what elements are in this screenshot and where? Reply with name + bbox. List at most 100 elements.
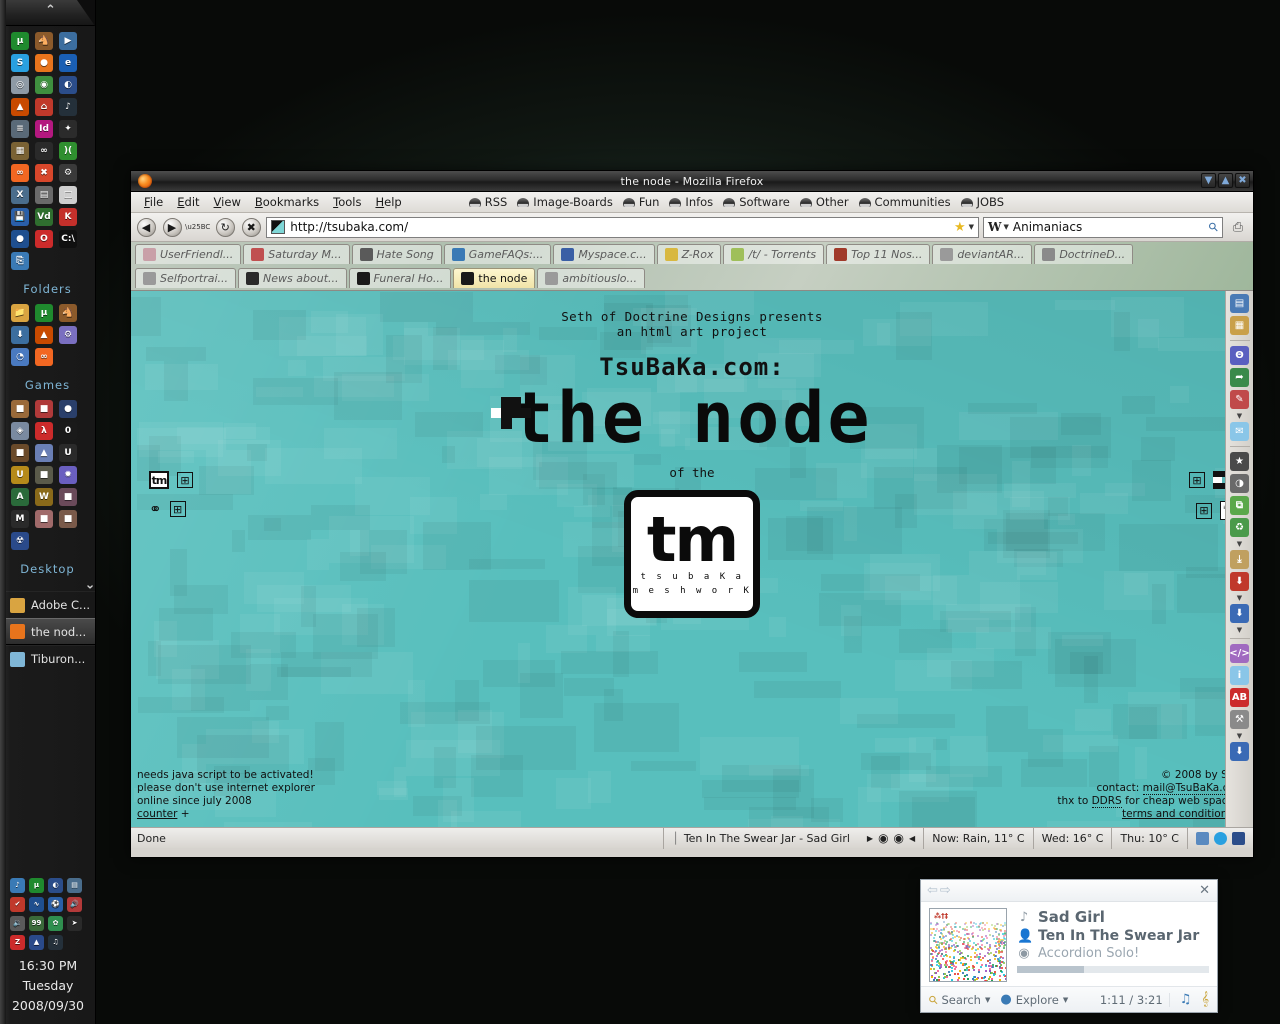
chrome-icon[interactable]: ◉ [35,76,53,94]
thanks-link[interactable]: DDRS [1091,795,1122,808]
chevron-down-icon[interactable]: ▼ [1237,626,1242,634]
sketch-icon[interactable]: ▦ [11,142,29,160]
chevron-down-icon[interactable]: ▼ [1237,594,1242,602]
safari-icon[interactable]: ◎ [11,76,29,94]
browser-tab-7[interactable]: Top 11 Nos... [826,244,931,264]
progress-bar[interactable] [1017,966,1209,973]
remote-desktop-tray-icon[interactable]: ▤ [67,878,82,893]
guitar-tray-icon[interactable]: ♫ [48,935,63,950]
minimize-button[interactable]: ▼ [1201,173,1216,188]
bluemonster-icon[interactable]: ◐ [59,76,77,94]
browser-tab-8[interactable]: deviantAR... [932,244,1033,264]
download-arrow-icon[interactable]: ⬇ [11,326,29,344]
miranda-icon[interactable]: ∞ [11,164,29,182]
game-icon-7[interactable]: ■ [11,444,29,462]
back-button[interactable]: ◀ [135,216,157,238]
toolbar-opera-icon[interactable]: ◑ [1230,474,1249,493]
half-life-icon[interactable]: λ [35,422,53,440]
mmo-icon[interactable]: M [11,510,29,528]
counter-plus[interactable]: + [181,808,190,820]
bunny-icon[interactable]: ✦ [59,120,77,138]
toolbar-tools-icon[interactable]: ⚒ [1230,710,1249,729]
triangle-tray-icon[interactable]: ▲ [29,935,44,950]
chain-link-icon[interactable]: ⚭ [149,501,162,517]
taskbar-item-adobe[interactable]: Adobe C... [0,591,95,618]
xn-view-icon[interactable]: X [11,186,29,204]
fallout-icon[interactable]: ☢ [11,532,29,550]
browser-tab-5[interactable]: Z-Rox [656,244,722,264]
indesign-icon[interactable]: Id [35,120,53,138]
toolbar-download-blue-icon[interactable]: ⬇ [1230,604,1249,623]
toolbar-inbox-icon[interactable]: ⤓ [1230,550,1249,569]
expand-plus-icon-2[interactable]: ⊞ [169,501,186,517]
clipboard-icon[interactable]: ⎘ [11,252,29,270]
dock-collapse-header[interactable] [6,0,95,26]
status-notes-icon[interactable] [1196,831,1209,845]
search-engine-icon[interactable]: W [988,220,1001,234]
player-music-icon[interactable]: ♫ [1180,992,1192,1007]
save-disk-icon[interactable]: 💾 [11,208,29,226]
colorful-folder-icon[interactable]: ◔ [11,348,29,366]
bookmark-software[interactable]: Software [723,195,790,209]
urlbar-dropdown-icon[interactable]: ▼ [969,223,974,231]
command-prompt-icon[interactable]: C:\ [59,230,77,248]
speaker-tray-icon[interactable]: 🔉 [10,916,25,931]
worms-icon[interactable]: ▲ [35,444,53,462]
unreal-icon[interactable]: U [59,444,77,462]
game-icon-1[interactable]: ■ [11,400,29,418]
player-clef-icon[interactable]: 𝄞 [1201,992,1209,1007]
stop-button[interactable]: ✖ [240,216,262,238]
expand-plus-icon-1[interactable]: ⊞ [177,472,193,488]
firefox-icon[interactable]: ● [35,54,53,72]
history-dropdown-icon[interactable]: \u25BC [185,223,210,231]
utorrent-folder-icon[interactable]: µ [35,304,53,322]
portal-icon[interactable]: 0 [59,422,77,440]
play-icon[interactable]: ◉ [878,831,888,845]
flames-icon[interactable]: ▲ [11,98,29,116]
folder-open-icon[interactable]: 📁 [11,304,29,322]
chevron-down-icon[interactable]: ▼ [1237,412,1242,420]
toolbar-colorpicker-icon[interactable]: ✎ [1230,390,1249,409]
bookmark-jobs[interactable]: JOBS [960,195,1004,209]
search-engine-dropdown-icon[interactable]: ▼ [1003,223,1008,231]
green-tray-icon[interactable]: ✿ [48,916,63,931]
tsubaka-meshwork-logo[interactable]: tm t s u b a K a m e s h w o r K [624,490,760,618]
itunes-tray-icon[interactable]: ♪ [10,878,25,893]
browser-tab-4[interactable]: ambitiouslo... [537,268,645,288]
menu-tools[interactable]: Tools [326,193,368,211]
ball-tray-icon[interactable]: ⚽ [48,897,63,912]
search-bar[interactable]: W ▼ Animaniacs ⚲ [983,216,1223,238]
zone-alarm-tray-icon[interactable]: Z [10,935,25,950]
player-close-icon[interactable]: ✕ [1199,883,1210,898]
chevron-down-icon[interactable]: ▼ [1237,732,1242,740]
toolbar-inspect-icon[interactable]: ▦ [1230,316,1249,335]
forward-button[interactable]: ▶ [161,216,183,238]
antivirus-tray-icon[interactable]: ✔ [10,897,25,912]
bookmark-image-boards[interactable]: Image-Boards [517,195,613,209]
browser-tab-9[interactable]: DoctrineD... [1034,244,1134,264]
browser-tab-3[interactable]: GameFAQs:... [443,244,552,264]
virtual-dub-icon[interactable]: Vd [35,208,53,226]
bookmark-star-icon[interactable]: ★ [954,220,966,235]
toolbar-download-red-icon[interactable]: ⬇ [1230,572,1249,591]
toolbar-viewsource-icon[interactable]: </> [1229,644,1250,663]
cursor-tray-icon[interactable]: ➤ [67,916,82,931]
skype-icon[interactable]: S [11,54,29,72]
expand-plus-icon-4[interactable]: ⊞ [1196,502,1212,519]
status-skype-icon[interactable] [1214,831,1227,845]
browser-tab-6[interactable]: /t/ - Torrents [723,244,825,264]
url-text[interactable]: http://tsubaka.com/ [290,220,949,234]
textpad-icon[interactable]: ≡ [11,120,29,138]
search-icon[interactable]: ⚲ [1206,219,1222,235]
toolbar-mail-icon[interactable]: ✉ [1230,422,1249,441]
klite-codec-icon[interactable]: K [59,208,77,226]
menu-help[interactable]: Help [368,193,408,211]
counter-link[interactable]: counter [137,808,177,820]
browser-tab-1[interactable]: News about... [238,268,347,288]
search-input[interactable]: Animaniacs [1013,220,1205,234]
chevron-up-icon[interactable] [45,4,56,17]
toolbar-puzzle-icon[interactable]: ⧉ [1230,496,1249,515]
opera-icon[interactable]: O [35,230,53,248]
browser-tab-2[interactable]: Hate Song [351,244,442,264]
emule-folder-icon[interactable]: 🐴 [59,304,77,322]
